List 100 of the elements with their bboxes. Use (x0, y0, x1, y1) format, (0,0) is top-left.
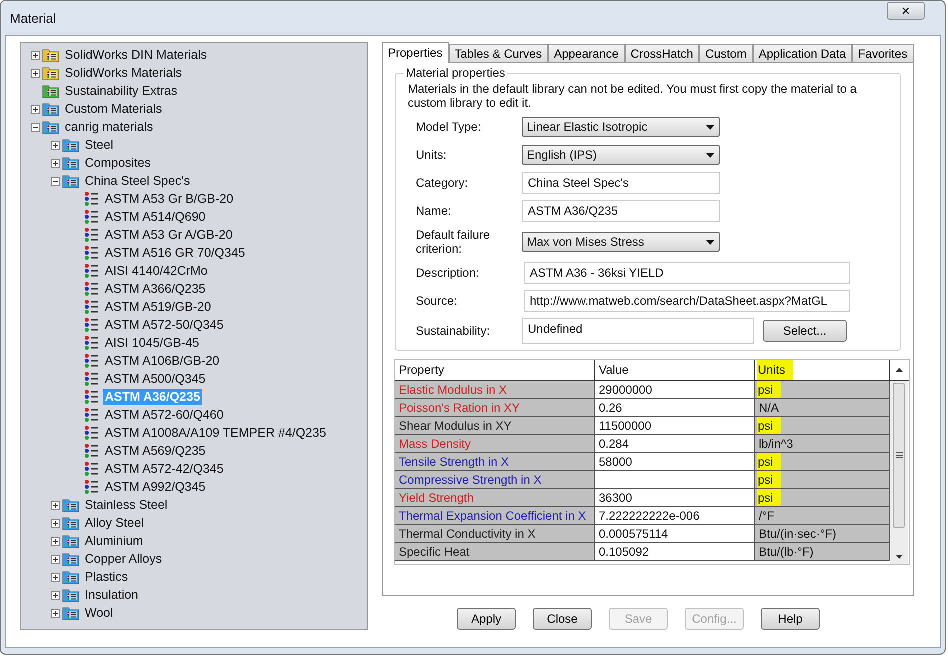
tree-item[interactable]: AISI 4140/42CrMo (103, 263, 210, 279)
tree-item[interactable]: canrig materials (63, 119, 156, 135)
tab[interactable]: Application Data (752, 44, 852, 62)
tree-item[interactable]: China Steel Spec's (83, 173, 192, 189)
tab[interactable]: Favorites (852, 44, 914, 62)
cell-text: psi (757, 489, 782, 506)
expand-icon[interactable] (51, 590, 60, 600)
column-header[interactable]: Property (395, 360, 595, 380)
dialog-button[interactable]: Apply (457, 608, 516, 630)
library-folder-icon (62, 569, 80, 585)
table-cell[interactable]: 58000 (595, 453, 755, 471)
scroll-thumb[interactable] (893, 383, 905, 528)
library-folder-icon (62, 497, 80, 513)
header-text: Property (399, 363, 444, 377)
field-label: Name: (416, 204, 452, 218)
scrollbar[interactable] (890, 381, 908, 564)
tree-item[interactable]: Composites (83, 155, 153, 171)
tree-item[interactable]: Alloy Steel (83, 515, 146, 531)
tree-item[interactable]: ASTM A514/Q690 (103, 209, 208, 225)
tree-item[interactable]: Insulation (83, 587, 141, 603)
expand-icon[interactable] (51, 554, 60, 564)
tree-item[interactable]: Steel (83, 137, 116, 153)
tree-item[interactable]: ASTM A569/Q235 (103, 443, 208, 459)
dialog-button[interactable]: Help (761, 608, 820, 630)
tree-item[interactable]: ASTM A572-60/Q460 (103, 407, 226, 423)
caret-icon (706, 152, 715, 158)
text-field[interactable]: ASTM A36/Q235 (522, 200, 720, 222)
tab[interactable]: Custom (699, 44, 753, 62)
table-cell[interactable]: 0.105092 (595, 543, 755, 561)
text-field[interactable]: http://www.matweb.com/search/DataSheet.aspx?MatGL (524, 290, 850, 312)
collapse-icon[interactable] (31, 122, 40, 132)
table-cell[interactable]: 7.222222222e-006 (595, 507, 755, 525)
expand-icon[interactable] (51, 536, 60, 546)
table-cell[interactable]: 29000000 (595, 381, 755, 399)
tree-item[interactable]: ASTM A106B/GB-20 (103, 353, 222, 369)
expand-icon[interactable] (31, 68, 40, 78)
table-cell[interactable]: 11500000 (595, 417, 755, 435)
caret-icon (706, 124, 715, 130)
tree-item[interactable]: Plastics (83, 569, 130, 585)
tree-item[interactable]: Custom Materials (63, 101, 164, 117)
tree-item[interactable]: ASTM A500/Q345 (103, 371, 208, 387)
tree-item[interactable]: AISI 1045/GB-45 (103, 335, 202, 351)
library-folder-icon (42, 101, 60, 117)
tree-item[interactable]: ASTM A1008A/A109 TEMPER #4/Q235 (103, 425, 328, 441)
dialog-button[interactable]: Close (533, 608, 592, 630)
material-icon (82, 461, 100, 477)
window-title: Material (10, 10, 56, 26)
column-header[interactable]: Units (755, 360, 890, 380)
column-header[interactable]: Value (595, 360, 755, 380)
expand-icon[interactable] (51, 500, 60, 510)
tree-item[interactable]: ASTM A519/GB-20 (103, 299, 214, 315)
library-folder-icon (42, 83, 60, 99)
tree-item[interactable]: Wool (83, 605, 116, 621)
text-field[interactable]: Undefined (522, 318, 754, 344)
material-icon (82, 335, 100, 351)
field-label: Units: (416, 148, 448, 162)
dropdown[interactable]: Linear Elastic Isotropic (522, 117, 720, 137)
material-icon (82, 353, 100, 369)
tree-item[interactable]: ASTM A53 Gr B/GB-20 (103, 191, 236, 207)
table-cell[interactable]: 0.284 (595, 435, 755, 453)
expand-icon[interactable] (51, 158, 60, 168)
expand-icon[interactable] (51, 608, 60, 618)
tree-item[interactable]: ASTM A572-50/Q345 (103, 317, 226, 333)
table-cell[interactable]: 36300 (595, 489, 755, 507)
expand-icon[interactable] (31, 104, 40, 114)
select-button[interactable]: Select... (763, 320, 847, 342)
expand-icon[interactable] (51, 518, 60, 528)
tree-item[interactable]: SolidWorks DIN Materials (63, 47, 210, 63)
tab[interactable]: Appearance (548, 44, 625, 62)
text-field[interactable]: ASTM A36 - 36ksi YIELD (524, 262, 850, 284)
material-icon (82, 371, 100, 387)
expand-icon[interactable] (31, 50, 40, 60)
material-icon (82, 443, 100, 459)
table-cell[interactable]: 0.26 (595, 399, 755, 417)
tree-item[interactable]: SolidWorks Materials (63, 65, 184, 81)
field-label: Default failure criterion: (416, 228, 492, 256)
library-folder-icon (62, 587, 80, 603)
close-button[interactable]: ✕ (887, 2, 925, 20)
tree-item[interactable]: ASTM A992/Q345 (103, 479, 208, 495)
tree-item[interactable]: ASTM A53 Gr A/GB-20 (103, 227, 235, 243)
caret-icon (706, 240, 715, 244)
tab[interactable]: Tables & Curves (448, 44, 548, 62)
expand-icon[interactable] (51, 572, 60, 582)
tree-item[interactable]: Aluminium (83, 533, 146, 549)
tree-item[interactable]: Stainless Steel (83, 497, 170, 513)
dropdown[interactable]: English (IPS) (522, 145, 720, 165)
expand-icon[interactable] (51, 140, 60, 150)
field-label: Sustainability: (416, 324, 492, 338)
scroll-down-icon[interactable] (896, 555, 902, 559)
dropdown[interactable]: Max von Mises Stress (522, 232, 720, 252)
tree-item[interactable]: Sustainability Extras (63, 83, 180, 99)
tree-item[interactable]: ASTM A572-42/Q345 (103, 461, 226, 477)
table-cell[interactable]: 0.000575114 (595, 525, 755, 543)
tab[interactable]: CrossHatch (624, 44, 700, 62)
collapse-icon[interactable] (51, 176, 60, 186)
tree-item[interactable]: ASTM A366/Q235 (103, 281, 208, 297)
tree-item[interactable]: Copper Alloys (83, 551, 164, 567)
text-field[interactable]: China Steel Spec's (522, 172, 720, 194)
tree-item[interactable]: ASTM A516 GR 70/Q345 (103, 245, 248, 261)
tab[interactable]: Properties (382, 42, 449, 63)
